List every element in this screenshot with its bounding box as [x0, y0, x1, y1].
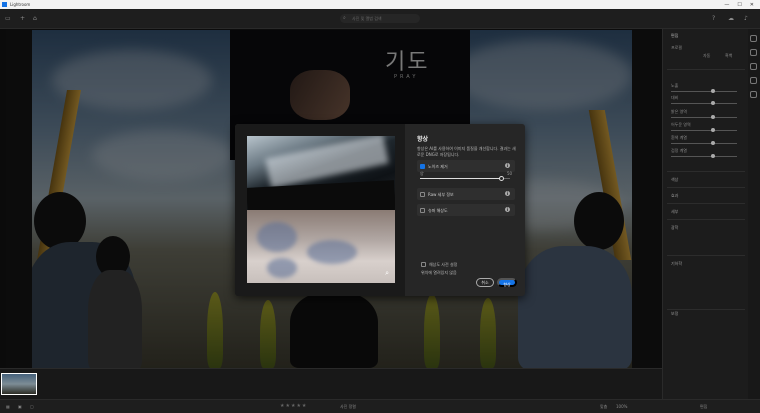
divider: [667, 69, 745, 70]
profile-label: 프로필: [671, 45, 683, 50]
search-placeholder: 사진 및 앨범 검색: [352, 16, 382, 21]
save-preset-label: 해상도 사전 설정: [429, 262, 458, 267]
preview-blob: [257, 222, 297, 252]
raw-details-checkbox[interactable]: [420, 191, 425, 197]
app-window: Lightroom — ☐ ✕ ▭ + ⌂ ⌕ 사진 및 앨범 검색 ? ☁ ♪…: [0, 0, 760, 413]
zoom-label[interactable]: 100%: [616, 404, 627, 409]
whites-slider[interactable]: [671, 141, 737, 145]
amount-slider-knob[interactable]: [498, 176, 504, 181]
option-denoise[interactable]: 노이즈 제거 i: [417, 160, 515, 172]
app-logo-icon: [2, 2, 7, 7]
contrast-slider[interactable]: [671, 101, 737, 105]
highlights-label: 밝은 영역: [671, 109, 687, 114]
search-input[interactable]: ⌕ 사진 및 앨범 검색: [340, 14, 420, 23]
preview-blob: [267, 258, 297, 278]
heal-tool-icon[interactable]: [750, 63, 757, 70]
minimize-button[interactable]: —: [724, 2, 729, 8]
panel-toggle-icon[interactable]: ▭: [5, 15, 11, 22]
divider: [667, 255, 745, 256]
raw-details-label: Raw 세부 정보: [428, 191, 454, 197]
option-super-resolution[interactable]: 슈퍼 해상도 i: [417, 204, 515, 216]
divider: [667, 219, 745, 220]
divider: [667, 171, 745, 172]
amount-slider[interactable]: [420, 176, 510, 181]
info-icon[interactable]: i: [505, 191, 510, 196]
option-raw-details[interactable]: Raw 세부 정보 i: [417, 188, 515, 200]
cancel-button[interactable]: 취소: [476, 278, 494, 287]
enhance-preview-pane: ⌕: [235, 124, 405, 296]
section-detail[interactable]: 세부: [671, 209, 678, 215]
highlights-slider[interactable]: [671, 115, 737, 119]
section-geometry[interactable]: 기하학: [671, 261, 682, 267]
shadows-label: 어두운 영역: [671, 122, 691, 127]
maximize-button[interactable]: ☐: [737, 2, 741, 8]
divider: [667, 203, 745, 204]
contrast-label: 대비: [671, 95, 679, 100]
zoom-icon[interactable]: ⌕: [385, 269, 389, 278]
amount-label: 양: [420, 171, 424, 176]
super-resolution-label: 슈퍼 해상도: [428, 207, 448, 213]
filmstrip-thumbnail[interactable]: [1, 373, 37, 395]
app-title: Lightroom: [10, 2, 31, 7]
super-resolution-checkbox[interactable]: [420, 207, 425, 213]
enhance-dialog: ⌕ 향상 향상은 AI를 사용하여 이미지 품질을 개선합니다. 결과는 새로운…: [235, 124, 525, 296]
whites-label: 흰색 계열: [671, 135, 687, 140]
preview-image-top: [247, 136, 395, 210]
rating-stars[interactable]: ★★★★★: [280, 403, 307, 409]
preview-shadow: [247, 180, 395, 210]
cloud-icon[interactable]: ☁: [728, 15, 734, 22]
denoise-label: 노이즈 제거: [428, 163, 448, 169]
save-location-text: 위치에 열려있지 않음: [421, 270, 457, 275]
bottom-bar: ▦ ▣ ▢ ★★★★★ 사진 정렬 맞춤 100% 편집: [0, 399, 760, 413]
edit-tool-icon[interactable]: [750, 35, 757, 42]
dialog-description: 향상은 AI를 사용하여 이미지 품질을 개선합니다. 결과는 새로운 DNG로…: [417, 146, 516, 157]
section-effects[interactable]: 효과: [671, 193, 678, 199]
blacks-label: 검정 계열: [671, 148, 687, 153]
filmstrip: [0, 368, 662, 399]
bell-icon[interactable]: ♪: [744, 15, 748, 22]
info-icon[interactable]: i: [505, 207, 510, 212]
preview-blob: [307, 240, 357, 264]
bw-button[interactable]: 흑백: [725, 53, 732, 59]
fit-label[interactable]: 맞춤: [600, 404, 607, 410]
edit-panel: 편집 프로필 자동 흑백 노출 대비 밝은 영역 어두운 영역 흰색 계열 검정…: [662, 29, 748, 399]
section-color[interactable]: 색상: [671, 177, 678, 183]
mask-tool-icon[interactable]: [750, 77, 757, 84]
help-icon[interactable]: ?: [712, 15, 715, 22]
top-toolbar: ▭ + ⌂ ⌕ 사진 및 앨범 검색 ? ☁ ♪: [0, 9, 760, 29]
save-preset-checkbox[interactable]: [421, 262, 426, 267]
amount-slider-fill: [420, 178, 501, 179]
denoise-checkbox[interactable]: [420, 163, 425, 169]
square-view-icon[interactable]: ▣: [18, 404, 22, 409]
shadows-slider[interactable]: [671, 128, 737, 132]
edit-panel-title: 편집: [671, 33, 679, 38]
amount-value: 50: [507, 171, 513, 176]
section-optics[interactable]: 광학: [671, 225, 678, 231]
info-icon[interactable]: i: [505, 163, 510, 168]
blacks-slider[interactable]: [671, 154, 737, 158]
crop-tool-icon[interactable]: [750, 49, 757, 56]
title-bar: Lightroom — ☐ ✕: [0, 0, 760, 9]
preview-highlight: [265, 136, 389, 189]
grid-view-icon[interactable]: ▦: [6, 404, 10, 409]
dialog-title: 향상: [417, 136, 429, 143]
right-tool-strip: [748, 29, 760, 399]
redeye-tool-icon[interactable]: [750, 91, 757, 98]
enhance-button[interactable]: 향상: [497, 278, 517, 287]
exposure-slider[interactable]: [671, 89, 737, 93]
close-button[interactable]: ✕: [750, 2, 754, 8]
search-icon: ⌕: [343, 15, 346, 21]
section-correction[interactable]: 보정: [671, 311, 678, 317]
sort-label[interactable]: 사진 정렬: [340, 404, 356, 410]
divider: [667, 187, 745, 188]
divider: [667, 309, 745, 310]
preview-image-loupe[interactable]: ⌕: [247, 210, 395, 283]
edit-label[interactable]: 편집: [700, 404, 707, 410]
auto-button[interactable]: 자동: [703, 53, 710, 59]
exposure-label: 노출: [671, 83, 679, 88]
add-photo-icon[interactable]: +: [20, 15, 25, 22]
detail-view-icon[interactable]: ▢: [30, 404, 34, 409]
home-icon[interactable]: ⌂: [33, 15, 37, 22]
